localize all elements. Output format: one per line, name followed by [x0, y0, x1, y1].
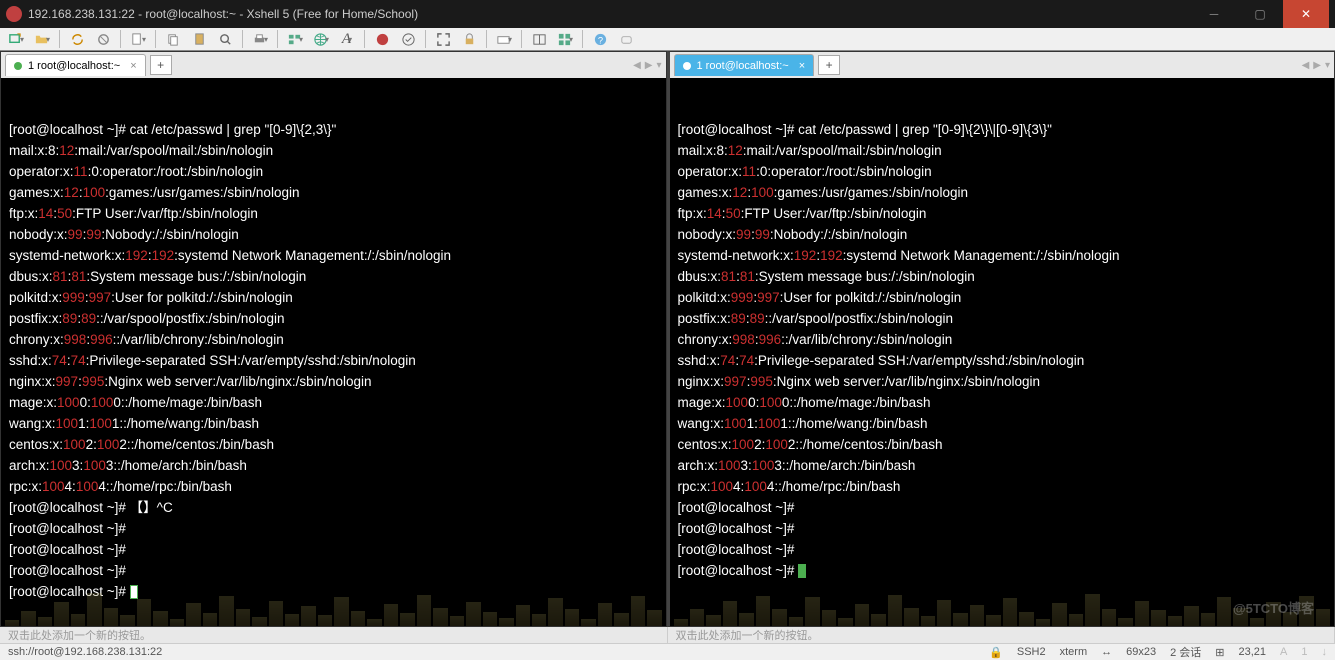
- status-bar: ssh://root@192.168.238.131:22 🔒 SSH2 xte…: [0, 643, 1335, 660]
- tunnel-button[interactable]: [396, 28, 420, 50]
- num-icon: 1: [1301, 646, 1307, 658]
- terminal-panes: 1 root@localhost:~ × + ◀▶▾ [root@localho…: [0, 51, 1335, 627]
- paste-button[interactable]: [187, 28, 211, 50]
- window-titlebar: 192.168.238.131:22 - root@localhost:~ - …: [0, 0, 1335, 28]
- right-terminal[interactable]: [root@localhost ~]# cat /etc/passwd | gr…: [670, 78, 1335, 626]
- new-tab-button[interactable]: +: [150, 55, 172, 75]
- properties-button[interactable]: [126, 28, 150, 50]
- status-term: xterm: [1060, 646, 1088, 658]
- connection-status-icon: [14, 62, 22, 70]
- window-title: 192.168.238.131:22 - root@localhost:~ - …: [28, 7, 1191, 21]
- quick-hint-right[interactable]: 双击此处添加一个新的按钮。: [668, 627, 1335, 643]
- prompt: [root@localhost ~]#: [678, 521, 795, 536]
- web-button[interactable]: [309, 28, 333, 50]
- pos-icon: ⊞: [1215, 646, 1224, 659]
- info-button[interactable]: [614, 28, 638, 50]
- cursor: [798, 564, 806, 578]
- status-connection: ssh://root@192.168.238.131:22: [8, 646, 989, 658]
- ssh-icon: 🔒: [989, 646, 1003, 659]
- prompt: [root@localhost ~]#: [678, 542, 795, 557]
- term-line: [root@localhost ~]# cat /etc/passwd | gr…: [9, 122, 336, 137]
- layout-grid-button[interactable]: [553, 28, 577, 50]
- prompt: [root@localhost ~]#: [9, 584, 130, 599]
- new-session-button[interactable]: [4, 28, 28, 50]
- cap-icon: A: [1280, 646, 1287, 658]
- term-line: [root@localhost ~]# cat /etc/passwd | gr…: [678, 122, 1052, 137]
- open-button[interactable]: [30, 28, 54, 50]
- left-pane: 1 root@localhost:~ × + ◀▶▾ [root@localho…: [0, 51, 667, 627]
- tab-nav: ◀▶▾: [1302, 60, 1330, 71]
- tab-label: 1 root@localhost:~: [697, 60, 789, 72]
- disconnect-button[interactable]: [91, 28, 115, 50]
- t: mail:x:8:: [9, 143, 59, 158]
- sessions-button[interactable]: [283, 28, 307, 50]
- reconnect-button[interactable]: [65, 28, 89, 50]
- status-ssh: SSH2: [1017, 646, 1046, 658]
- status-pos: 23,21: [1239, 646, 1267, 658]
- print-button[interactable]: [248, 28, 272, 50]
- scroll-icon: ↓: [1322, 646, 1328, 658]
- quick-command-bar: 双击此处添加一个新的按钮。 双击此处添加一个新的按钮。: [0, 627, 1335, 643]
- tab-close-icon[interactable]: ×: [130, 60, 136, 72]
- find-button[interactable]: [213, 28, 237, 50]
- left-terminal[interactable]: [root@localhost ~]# cat /etc/passwd | gr…: [1, 78, 666, 626]
- right-pane: 1 root@localhost:~ × + ◀▶▾ [root@localho…: [667, 51, 1335, 627]
- right-tab[interactable]: 1 root@localhost:~ ×: [674, 54, 815, 76]
- size-icon: ↔: [1101, 646, 1112, 658]
- lock-button[interactable]: [457, 28, 481, 50]
- cursor: [130, 585, 138, 599]
- tab-nav: ◀▶▾: [633, 60, 661, 71]
- prompt: [root@localhost ~]#: [9, 521, 126, 536]
- keyboard-button[interactable]: [492, 28, 516, 50]
- left-tabbar: 1 root@localhost:~ × + ◀▶▾: [1, 52, 666, 78]
- fullscreen-button[interactable]: [431, 28, 455, 50]
- status-size: 69x23: [1126, 646, 1156, 658]
- prompt: [root@localhost ~]#: [9, 542, 126, 557]
- help-button[interactable]: ?: [588, 28, 612, 50]
- prompt: [root@localhost ~]#: [678, 563, 799, 578]
- left-tab[interactable]: 1 root@localhost:~ ×: [5, 54, 146, 76]
- new-tab-button[interactable]: +: [818, 55, 840, 75]
- status-sessions: 2 会话: [1170, 644, 1201, 660]
- prompt: [root@localhost ~]#: [9, 563, 126, 578]
- layout-h-button[interactable]: [527, 28, 551, 50]
- font-button[interactable]: A: [335, 28, 359, 50]
- watermark: @5TCTO博客: [1233, 599, 1314, 618]
- maximize-button[interactable]: ▢: [1237, 0, 1283, 28]
- right-tabbar: 1 root@localhost:~ × + ◀▶▾: [670, 52, 1335, 78]
- prompt: [root@localhost ~]#: [678, 500, 795, 515]
- minimize-button[interactable]: ─: [1191, 0, 1237, 28]
- tab-label: 1 root@localhost:~: [28, 60, 120, 72]
- svg-text:?: ?: [597, 35, 602, 45]
- quick-hint-left[interactable]: 双击此处添加一个新的按钮。: [0, 627, 668, 643]
- connection-status-icon: [683, 62, 691, 70]
- copy-button[interactable]: [161, 28, 185, 50]
- app-icon: [6, 6, 22, 22]
- script-button[interactable]: [370, 28, 394, 50]
- prompt: [root@localhost ~]# 【】^C: [9, 500, 173, 515]
- close-button[interactable]: ✕: [1283, 0, 1329, 28]
- main-toolbar: A ?: [0, 28, 1335, 51]
- tab-close-icon[interactable]: ×: [799, 60, 805, 72]
